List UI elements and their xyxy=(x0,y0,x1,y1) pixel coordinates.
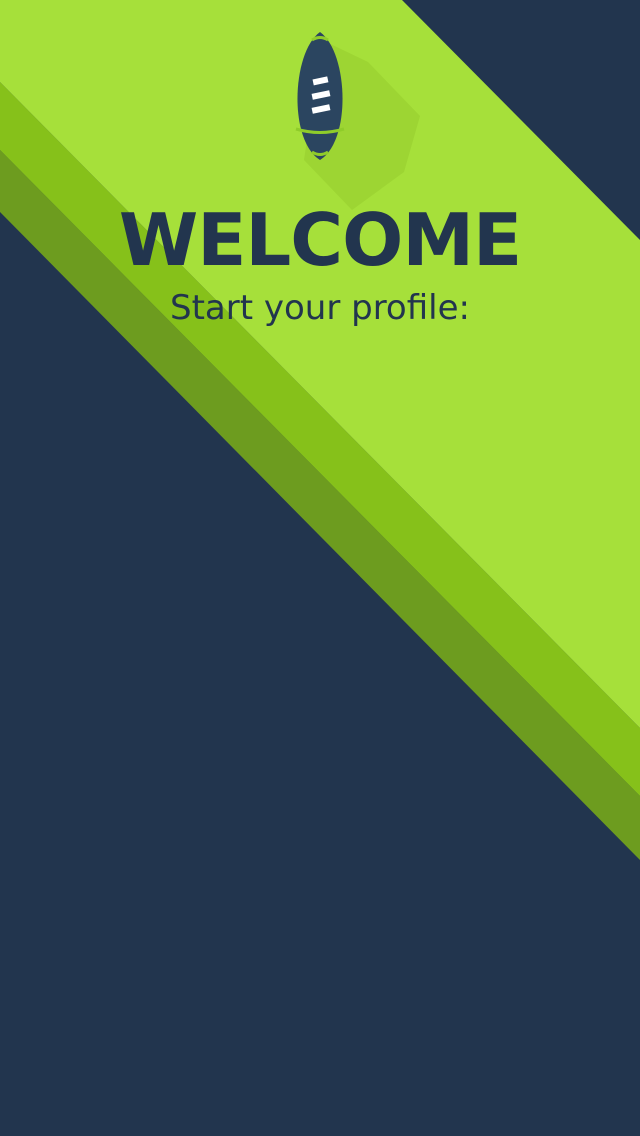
diagonal-stripes-background xyxy=(0,0,640,860)
welcome-title: WELCOME xyxy=(118,198,522,282)
football-icon xyxy=(270,28,370,164)
welcome-subtitle: Start your profile: xyxy=(170,288,470,328)
welcome-screen: WELCOME Start your profile: xyxy=(0,0,640,1136)
